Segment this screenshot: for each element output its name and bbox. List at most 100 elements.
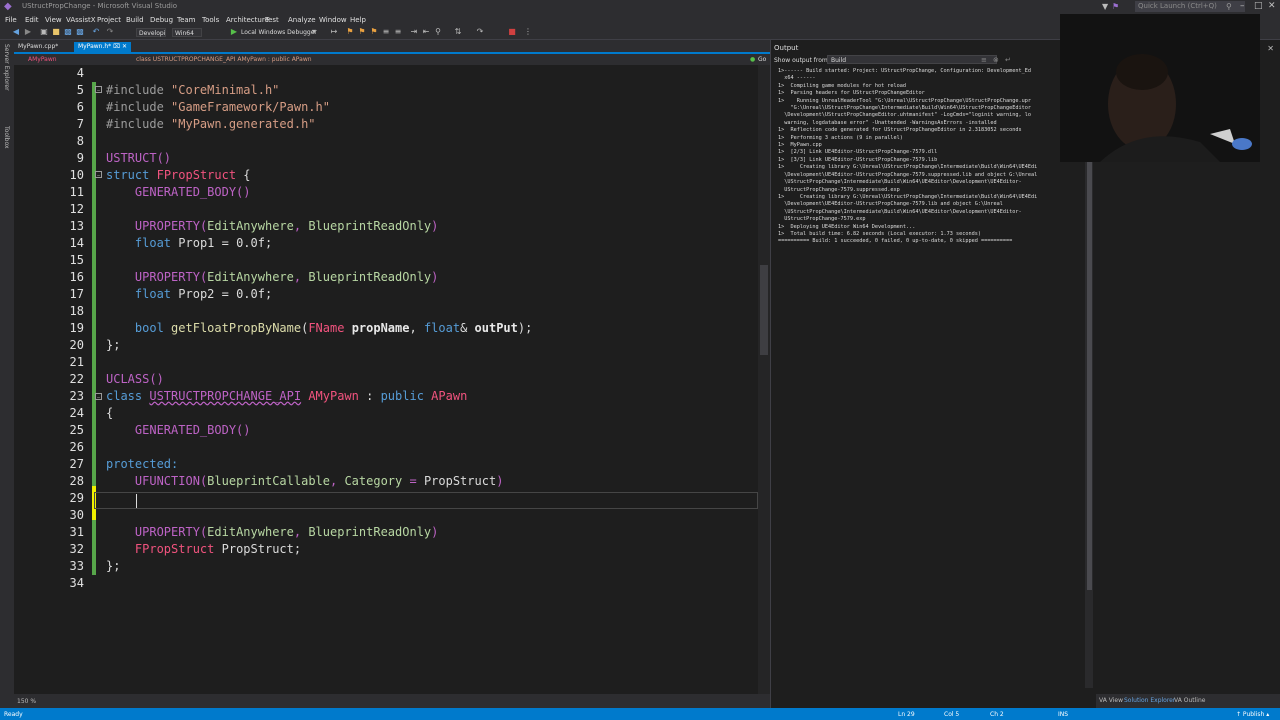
- redo-icon[interactable]: ↷: [106, 28, 114, 36]
- menu-tools[interactable]: Tools: [202, 16, 219, 24]
- fold-toggle-icon[interactable]: –: [95, 393, 102, 401]
- base-class-name: APawn: [431, 389, 468, 403]
- line-number: 21: [69, 355, 84, 369]
- go-icon[interactable]: ●: [750, 55, 755, 64]
- editor-vertical-scrollbar[interactable]: [758, 65, 770, 694]
- initializer: = 0.0f;: [214, 287, 273, 301]
- configuration-select[interactable]: Developi: [136, 28, 166, 37]
- scope-dropdown[interactable]: class USTRUCTPROPCHANGE_API AMyPawn : pu…: [136, 55, 312, 64]
- save-icon[interactable]: ▩: [64, 28, 72, 36]
- debugger-label[interactable]: Local Windows Debugger: [241, 29, 317, 36]
- code-editor[interactable]: 4 5 6 7 8 9 10 11 12 13 14 15 16 17 18 1…: [14, 65, 770, 694]
- fold-toggle-icon[interactable]: –: [95, 86, 102, 94]
- find-icon[interactable]: ⚲: [434, 28, 442, 36]
- stop-icon[interactable]: ■: [508, 28, 516, 36]
- word-wrap-icon[interactable]: ↵: [1005, 56, 1011, 64]
- tab-solution-explorer[interactable]: Solution Explorer: [1124, 697, 1175, 704]
- keyword: float: [134, 236, 172, 250]
- menu-build[interactable]: Build: [126, 16, 144, 24]
- pin-icon[interactable]: ⌧: [113, 43, 120, 50]
- new-project-icon[interactable]: ▣: [40, 28, 48, 36]
- tab-mypawn-cpp[interactable]: MyPawn.cpp*: [14, 42, 62, 52]
- tab-label: MyPawn.h*: [78, 43, 112, 50]
- step-icon[interactable]: ↷: [476, 28, 484, 36]
- menu-help[interactable]: Help: [350, 16, 366, 24]
- bottom-panel-tabs: VA View Solution Explorer VA Outline: [1096, 694, 1280, 708]
- line-number: 26: [69, 440, 84, 454]
- bookmark-icon[interactable]: ⚑: [346, 28, 354, 36]
- zoom-level[interactable]: 150 %: [17, 698, 36, 705]
- menu-window[interactable]: Window: [319, 16, 347, 24]
- text-caret: [136, 494, 137, 508]
- undo-icon[interactable]: ↶: [92, 28, 100, 36]
- bookmark-prev-icon[interactable]: ⚑: [358, 28, 366, 36]
- publish-button[interactable]: ↑ Publish ▴: [1236, 711, 1269, 718]
- search-icon[interactable]: ⚲: [1226, 2, 1232, 11]
- editor-scroll-thumb[interactable]: [760, 265, 768, 355]
- filter-icon[interactable]: ▼: [1102, 2, 1108, 11]
- debugger-dropdown-icon[interactable]: ▾: [310, 28, 318, 36]
- project-dropdown[interactable]: AMyPawn: [28, 55, 57, 64]
- macro: UFUNCTION: [134, 474, 200, 488]
- maximize-button[interactable]: □: [1254, 1, 1263, 11]
- format-icon[interactable]: ⇅: [454, 28, 462, 36]
- forward-icon[interactable]: ▶: [24, 28, 32, 36]
- line-number: 16: [69, 270, 84, 284]
- class-name: AMyPawn: [308, 389, 359, 403]
- param-name: outPut: [474, 321, 518, 335]
- code-line-16: UPROPERTY(EditAnywhere, BlueprintReadOnl…: [134, 270, 439, 284]
- menu-analyze[interactable]: Analyze: [288, 16, 316, 24]
- toolbox-tab[interactable]: Toolbox: [3, 126, 10, 149]
- output-tool-icon[interactable]: ≡: [981, 56, 987, 64]
- uncomment-icon[interactable]: ≡: [394, 28, 402, 36]
- menu-vassistx[interactable]: VAssistX: [66, 16, 96, 24]
- menu-project[interactable]: Project: [97, 16, 121, 24]
- minimize-button[interactable]: –: [1240, 1, 1245, 11]
- menu-architecture[interactable]: Architecture: [226, 16, 269, 24]
- attach-icon[interactable]: ↦: [330, 28, 338, 36]
- menu-view[interactable]: View: [45, 16, 62, 24]
- back-icon[interactable]: ◀: [12, 28, 20, 36]
- tab-mypawn-h[interactable]: MyPawn.h* ⌧ ✕: [74, 42, 131, 52]
- line-number: 12: [69, 202, 84, 216]
- bookmark-next-icon[interactable]: ⚑: [370, 28, 378, 36]
- preprocessor-directive: #include: [106, 83, 164, 97]
- line-number: 17: [69, 287, 84, 301]
- start-debug-icon[interactable]: ▶: [230, 28, 238, 36]
- param-type: float: [423, 321, 461, 335]
- line-number: 33: [69, 559, 84, 573]
- output-pane: Output Show output from: Build ≡ ⊗ ↵ 1>-…: [770, 40, 1096, 708]
- output-log[interactable]: 1>------ Build started: Project: UStruct…: [778, 68, 1084, 246]
- line-number: 10: [69, 168, 84, 182]
- line-number: 20: [69, 338, 84, 352]
- code-line-27: protected:: [106, 457, 179, 471]
- fold-toggle-icon[interactable]: –: [95, 171, 102, 179]
- platform-select[interactable]: Win64: [172, 28, 202, 37]
- tab-va-view[interactable]: VA View: [1099, 697, 1123, 704]
- close-tab-icon[interactable]: ✕: [122, 43, 127, 50]
- menu-edit[interactable]: Edit: [25, 16, 39, 24]
- tab-va-outline[interactable]: VA Outline: [1174, 697, 1205, 704]
- open-folder-icon[interactable]: ■: [52, 28, 60, 36]
- menu-file[interactable]: File: [5, 16, 17, 24]
- preprocessor-directive: #include: [106, 100, 164, 114]
- clear-all-icon[interactable]: ⊗: [993, 56, 999, 64]
- panel-close-icon[interactable]: ✕: [1267, 44, 1274, 53]
- server-explorer-tab[interactable]: Server Explorer: [3, 44, 10, 91]
- menu-team[interactable]: Team: [177, 16, 196, 24]
- line-number-gutter: 4 5 6 7 8 9 10 11 12 13 14 15 16 17 18 1…: [14, 65, 84, 694]
- output-source-select[interactable]: Build: [827, 55, 997, 64]
- outdent-icon[interactable]: ⇤: [422, 28, 430, 36]
- comment-icon[interactable]: ≡: [382, 28, 390, 36]
- menu-debug[interactable]: Debug: [150, 16, 173, 24]
- go-button[interactable]: Go: [758, 55, 766, 64]
- code-line-22: UCLASS(): [106, 372, 164, 386]
- line-number: 11: [69, 185, 84, 199]
- close-button[interactable]: ✕: [1268, 1, 1276, 11]
- toolbar-more-icon[interactable]: ⋮: [524, 28, 532, 36]
- indent-icon[interactable]: ⇥: [410, 28, 418, 36]
- menu-test[interactable]: Test: [265, 16, 279, 24]
- save-all-icon[interactable]: ▩: [76, 28, 84, 36]
- line-number: 31: [69, 525, 84, 539]
- notification-flag-icon[interactable]: ⚑: [1112, 2, 1119, 11]
